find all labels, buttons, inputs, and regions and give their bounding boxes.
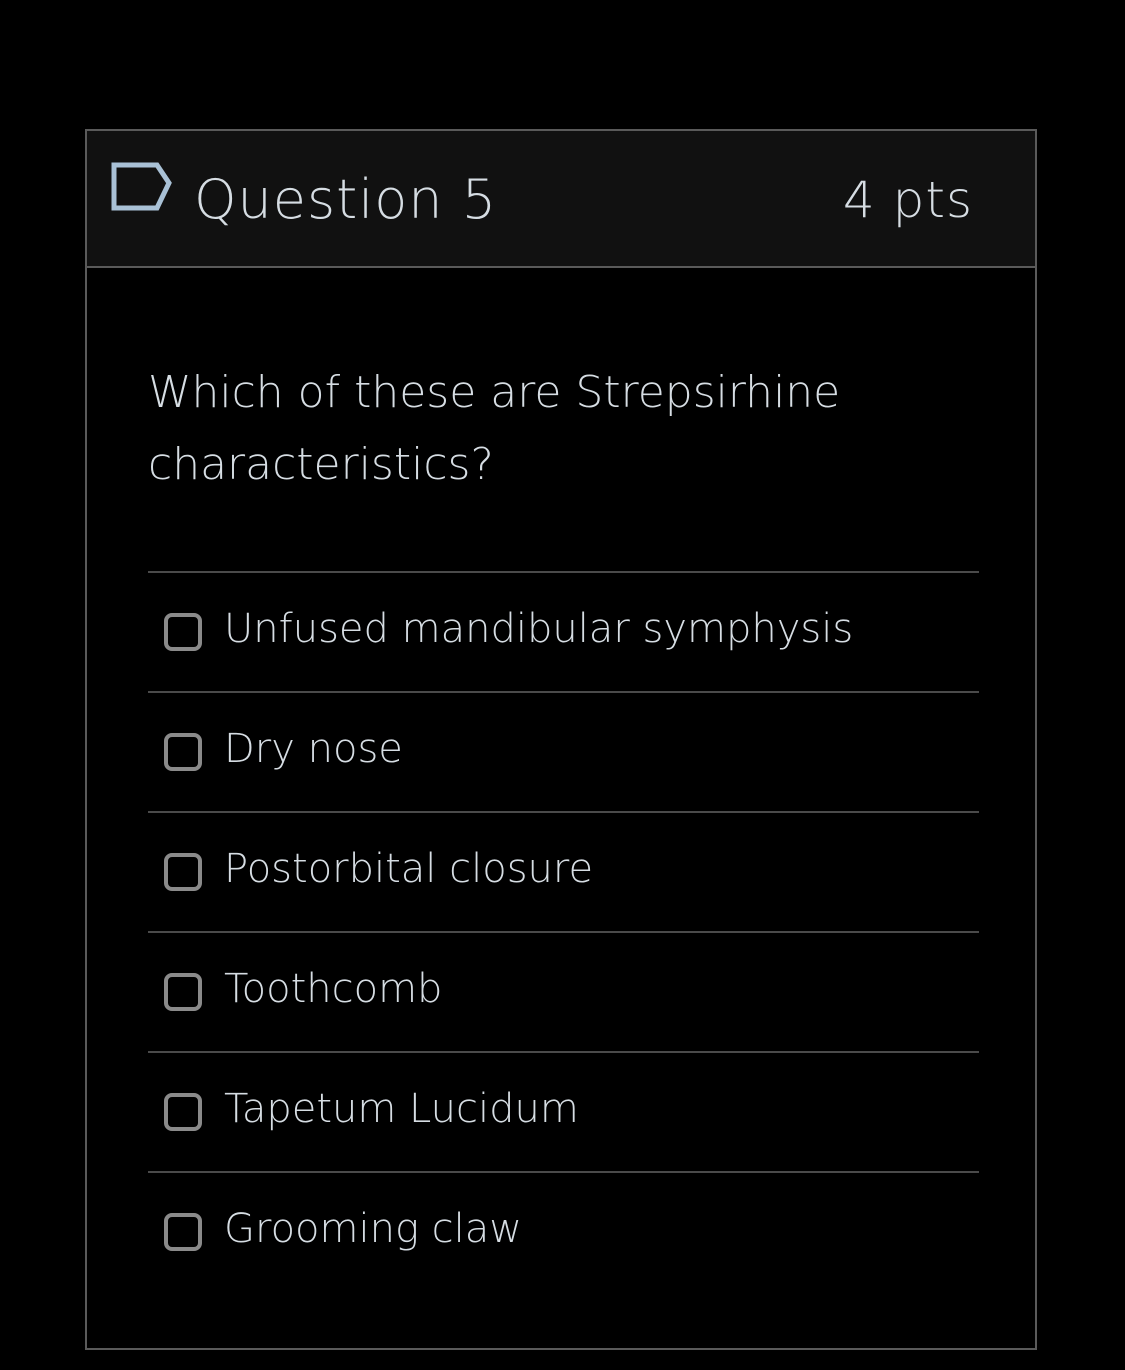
answer-label[interactable]: Postorbital closure bbox=[224, 841, 593, 897]
answer-label[interactable]: Toothcomb bbox=[224, 961, 442, 1017]
question-points: 4 pts bbox=[842, 171, 973, 229]
answer-option[interactable]: Tapetum Lucidum bbox=[148, 1051, 979, 1171]
answer-option[interactable]: Toothcomb bbox=[148, 931, 979, 1051]
question-title: Question 5 bbox=[194, 168, 498, 231]
answer-checkbox[interactable] bbox=[164, 853, 202, 891]
flag-question-icon[interactable] bbox=[111, 162, 173, 212]
answer-option[interactable]: Unfused mandibular symphysis bbox=[148, 571, 979, 691]
answer-option[interactable]: Dry nose bbox=[148, 691, 979, 811]
answer-label[interactable]: Dry nose bbox=[224, 721, 403, 777]
answer-list: Unfused mandibular symphysis Dry nose Po… bbox=[148, 571, 979, 1291]
answer-checkbox[interactable] bbox=[164, 973, 202, 1011]
question-header: Question 5 4 pts bbox=[87, 131, 1035, 268]
answer-label[interactable]: Grooming claw bbox=[224, 1201, 522, 1257]
answer-checkbox[interactable] bbox=[164, 733, 202, 771]
answer-label[interactable]: Tapetum Lucidum bbox=[224, 1081, 579, 1137]
answer-checkbox[interactable] bbox=[164, 613, 202, 651]
answer-checkbox[interactable] bbox=[164, 1213, 202, 1251]
answer-option[interactable]: Postorbital closure bbox=[148, 811, 979, 931]
answer-label[interactable]: Unfused mandibular symphysis bbox=[224, 601, 853, 657]
answer-option[interactable]: Grooming claw bbox=[148, 1171, 979, 1291]
answer-checkbox[interactable] bbox=[164, 1093, 202, 1131]
question-text: Which of these are Strepsirhine characte… bbox=[148, 367, 841, 490]
question-card: Question 5 4 pts Which of these are Stre… bbox=[85, 129, 1037, 1350]
